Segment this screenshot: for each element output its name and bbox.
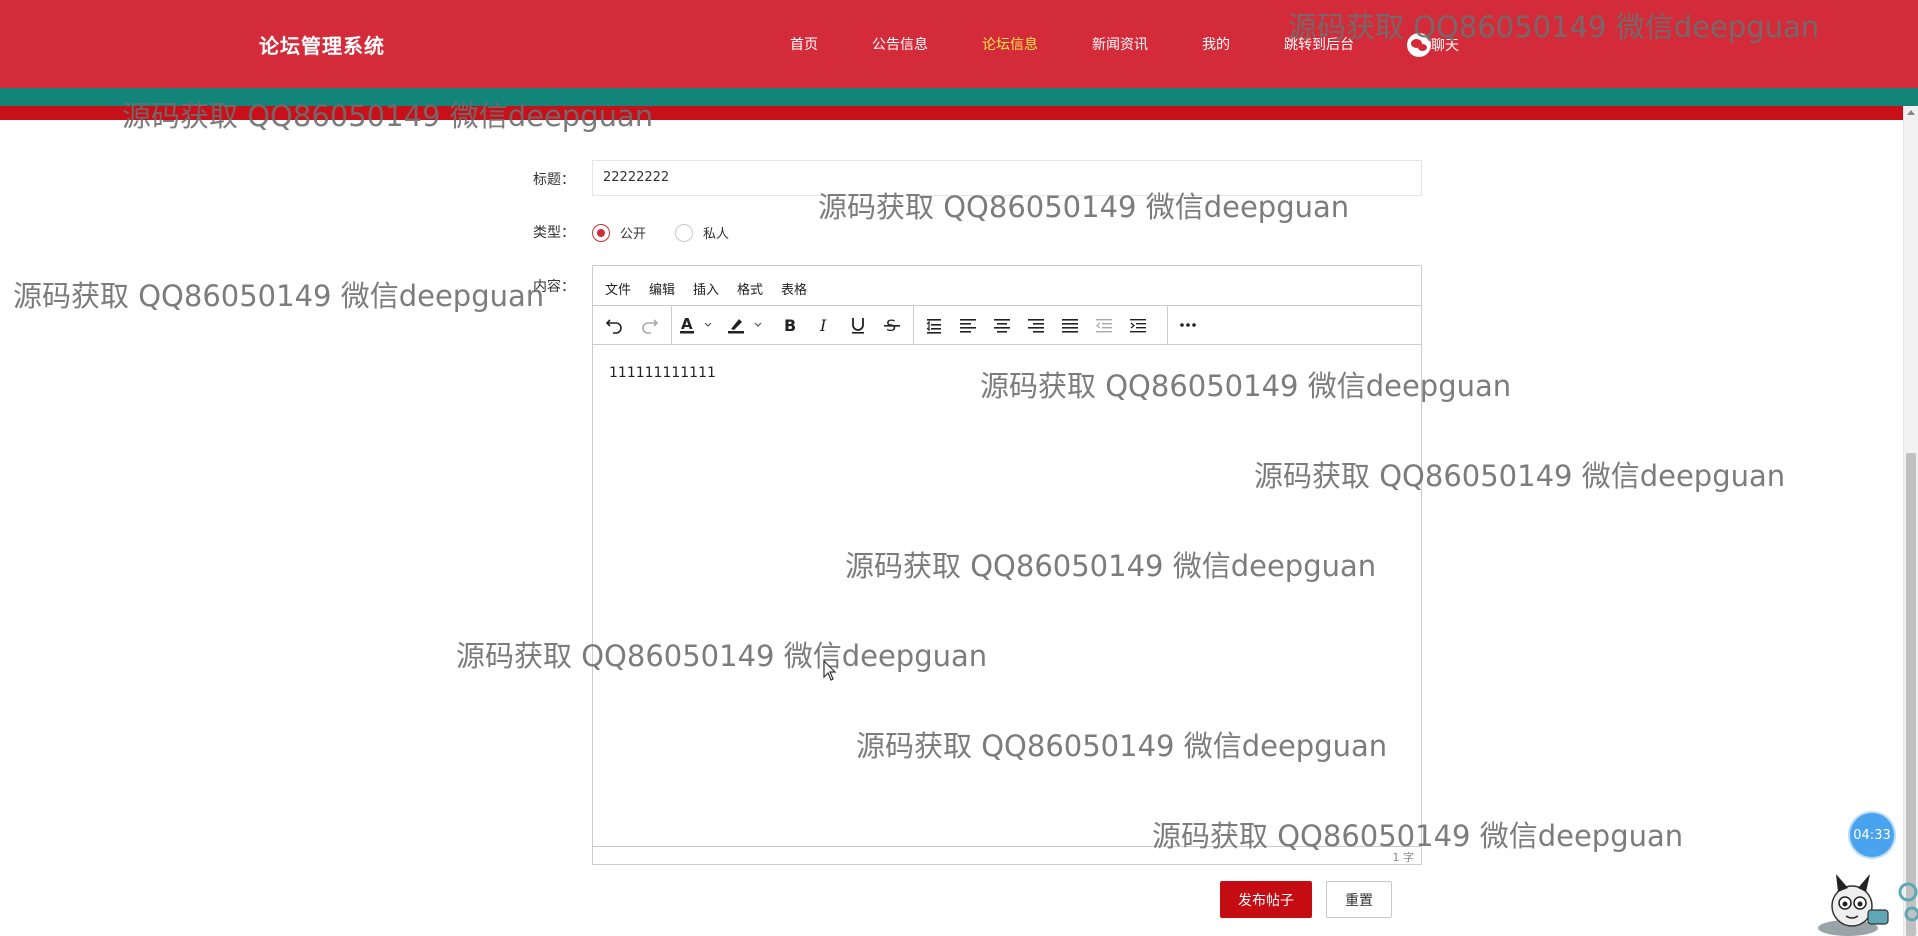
header-band-red bbox=[0, 106, 1918, 120]
page-scrollbar[interactable] bbox=[1903, 106, 1918, 936]
menu-insert[interactable]: 插入 bbox=[693, 279, 719, 298]
menu-file[interactable]: 文件 bbox=[605, 279, 631, 298]
svg-text:A: A bbox=[681, 316, 693, 333]
align-justify-icon[interactable] bbox=[1053, 306, 1087, 344]
editor-toolbar: A B I S bbox=[593, 306, 1421, 345]
rich-text-editor: 文件 编辑 插入 格式 表格 A B I 111111111111 1 字 bbox=[592, 265, 1422, 865]
indent-icon[interactable] bbox=[1121, 306, 1155, 344]
title-input[interactable]: 22222222 bbox=[592, 160, 1422, 196]
nav-home[interactable]: 首页 bbox=[790, 34, 818, 54]
strikethrough-icon[interactable]: S bbox=[875, 306, 909, 344]
svg-text:B: B bbox=[784, 316, 796, 334]
underline-icon[interactable] bbox=[841, 306, 875, 344]
type-option-label: 公开 bbox=[620, 227, 647, 242]
nav-admin[interactable]: 跳转到后台 bbox=[1284, 34, 1354, 54]
type-label: 类型： bbox=[533, 225, 575, 241]
align-center-icon[interactable] bbox=[985, 306, 1019, 344]
more-icon[interactable] bbox=[1171, 306, 1205, 344]
align-left-icon[interactable] bbox=[951, 306, 985, 344]
radio-unchecked-icon bbox=[675, 223, 693, 242]
watermark-text: 源码获取 QQ86050149 微信deepguan bbox=[13, 279, 545, 313]
main-nav: 首页 公告信息 论坛信息 新闻资讯 我的 跳转到后台 bbox=[0, 34, 1918, 54]
editor-statusbar: 1 字 bbox=[593, 846, 1421, 864]
radio-checked-icon bbox=[592, 223, 610, 242]
nav-notices[interactable]: 公告信息 bbox=[872, 34, 928, 54]
title-label: 标题： bbox=[533, 172, 575, 188]
line-height-icon[interactable] bbox=[917, 306, 951, 344]
content-label: 内容： bbox=[533, 279, 575, 295]
undo-icon[interactable] bbox=[597, 306, 631, 344]
publish-post-button[interactable]: 发布帖子 bbox=[1220, 881, 1312, 918]
scroll-up-arrow-icon[interactable] bbox=[1907, 110, 1915, 115]
menu-edit[interactable]: 编辑 bbox=[649, 279, 675, 298]
mascot-image[interactable] bbox=[1808, 862, 1918, 936]
text-color-icon[interactable]: A bbox=[675, 306, 721, 344]
redo-icon[interactable] bbox=[633, 306, 667, 344]
chat-link[interactable]: 聊天 bbox=[1407, 33, 1459, 57]
mouse-cursor-icon bbox=[823, 660, 837, 681]
chat-label: 聊天 bbox=[1431, 38, 1459, 54]
type-radio-private[interactable]: 私人 bbox=[675, 223, 729, 242]
header-band-teal bbox=[0, 88, 1918, 106]
type-option-label: 私人 bbox=[703, 227, 730, 242]
reset-button[interactable]: 重置 bbox=[1326, 881, 1392, 918]
italic-icon[interactable]: I bbox=[807, 306, 841, 344]
word-count: 1 字 bbox=[1392, 851, 1415, 864]
svg-text:I: I bbox=[819, 316, 827, 334]
nav-news[interactable]: 新闻资讯 bbox=[1092, 34, 1148, 54]
highlight-color-icon[interactable] bbox=[723, 306, 771, 344]
bold-icon[interactable]: B bbox=[773, 306, 807, 344]
editor-content-text: 111111111111 bbox=[609, 365, 716, 381]
timer-badge[interactable]: 04:33 bbox=[1850, 813, 1894, 857]
chat-icon bbox=[1407, 33, 1431, 57]
editor-content[interactable]: 111111111111 bbox=[593, 345, 1421, 812]
type-radio-public[interactable]: 公开 bbox=[592, 223, 646, 242]
top-header: 论坛管理系统 首页 公告信息 论坛信息 新闻资讯 我的 跳转到后台 聊天 bbox=[0, 0, 1918, 88]
outdent-icon[interactable] bbox=[1087, 306, 1121, 344]
nav-mine[interactable]: 我的 bbox=[1202, 34, 1230, 54]
align-right-icon[interactable] bbox=[1019, 306, 1053, 344]
nav-forum[interactable]: 论坛信息 bbox=[982, 34, 1038, 54]
menu-format[interactable]: 格式 bbox=[737, 279, 763, 298]
editor-menubar: 文件 编辑 插入 格式 表格 bbox=[593, 266, 1421, 306]
menu-table[interactable]: 表格 bbox=[781, 279, 807, 298]
